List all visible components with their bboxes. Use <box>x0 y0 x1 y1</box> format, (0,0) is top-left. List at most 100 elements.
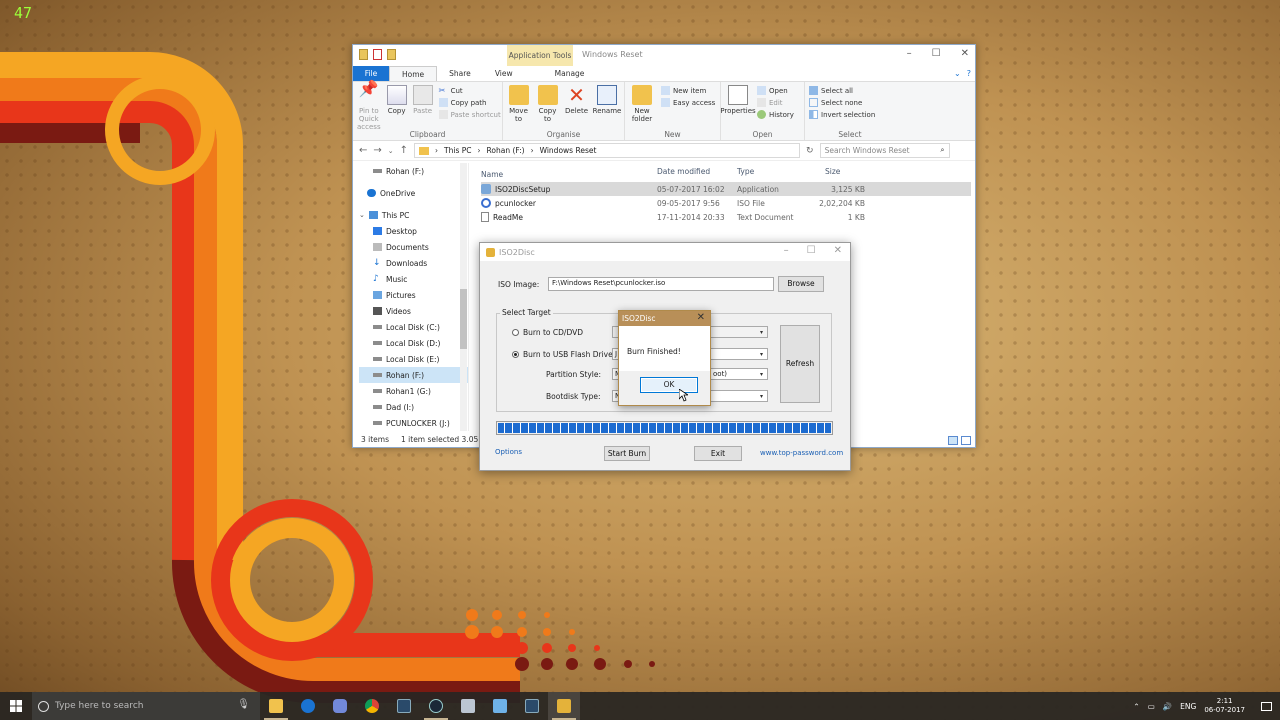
nav-item-rohan1-g[interactable]: Rohan1 (G:) <box>359 383 468 399</box>
iso2disc-titlebar[interactable]: ISO2Disc – ☐ ✕ <box>480 243 850 261</box>
nav-item-documents[interactable]: Documents <box>359 239 468 255</box>
open-button[interactable]: Open <box>757 86 794 95</box>
table-row[interactable]: ReadMe 17-11-2014 20:33 Text Document 1 … <box>481 210 971 224</box>
burn-cd-radio[interactable] <box>512 329 519 336</box>
select-group: Select all Select none Invert selection … <box>805 82 895 140</box>
column-type[interactable]: Type <box>737 167 817 182</box>
options-link[interactable]: Options <box>495 448 522 456</box>
refresh-icon[interactable]: ↻ <box>806 146 814 156</box>
new-folder-icon[interactable] <box>387 49 396 60</box>
tab-manage[interactable]: Manage <box>543 66 597 81</box>
taskbar-chrome[interactable] <box>356 692 388 720</box>
new-item-button[interactable]: New item <box>661 86 715 95</box>
scrollbar-thumb[interactable] <box>460 289 467 349</box>
notepad-icon <box>493 699 507 713</box>
nav-item-onedrive[interactable]: OneDrive <box>359 185 468 201</box>
group-label: Select <box>838 130 862 139</box>
close-icon[interactable]: ✕ <box>961 48 969 59</box>
history-button[interactable]: History <box>757 110 794 119</box>
taskbar-search-input[interactable]: Type here to search 🎙 <box>32 692 260 720</box>
column-date-modified[interactable]: Date modified <box>657 167 737 182</box>
help-icon[interactable]: ? <box>967 69 971 78</box>
network-icon[interactable]: ▭ <box>1148 702 1155 711</box>
taskbar-discord[interactable] <box>324 692 356 720</box>
details-view-icon[interactable] <box>948 436 958 445</box>
minimize-icon[interactable]: – <box>907 48 912 59</box>
volume-icon[interactable]: 🔊 <box>1163 702 1172 711</box>
easy-access-button[interactable]: Easy access <box>661 98 715 107</box>
close-icon[interactable]: ✕ <box>697 312 705 323</box>
nav-item-rohan-f-top[interactable]: Rohan (F:) <box>359 163 468 179</box>
clock[interactable]: 2:11 06-07-2017 <box>1204 697 1245 715</box>
start-button[interactable] <box>0 692 32 720</box>
start-burn-button[interactable]: Start Burn <box>604 446 650 461</box>
nav-item-pictures[interactable]: Pictures <box>359 287 468 303</box>
minimize-icon[interactable]: – <box>784 245 789 256</box>
invert-selection-button[interactable]: Invert selection <box>809 110 875 119</box>
up-arrow-icon[interactable]: ↑ <box>400 145 408 156</box>
forward-arrow-icon[interactable]: → <box>373 145 381 156</box>
taskbar-edge[interactable] <box>292 692 324 720</box>
properties-icon[interactable] <box>373 49 382 60</box>
nav-item-local-disk-d[interactable]: Local Disk (D:) <box>359 335 468 351</box>
dialog-titlebar[interactable]: ISO2Disc ✕ <box>619 311 710 326</box>
copy-path-button[interactable]: Copy path <box>438 98 501 107</box>
paste-shortcut-button[interactable]: Paste shortcut <box>438 110 501 119</box>
cut-button[interactable]: ✂ Cut <box>439 86 501 95</box>
microphone-icon[interactable]: 🎙 <box>237 699 250 710</box>
taskbar-app-5[interactable] <box>388 692 420 720</box>
back-arrow-icon[interactable]: ← <box>359 145 367 156</box>
close-icon[interactable]: ✕ <box>834 245 842 256</box>
breadcrumb-this-pc[interactable]: This PC <box>444 146 471 155</box>
nav-scrollbar[interactable] <box>460 163 467 431</box>
nav-item-local-disk-c[interactable]: Local Disk (C:) <box>359 319 468 335</box>
nav-item-rohan-f[interactable]: Rohan (F:) <box>359 367 468 383</box>
taskbar-app-8[interactable] <box>484 692 516 720</box>
select-none-button[interactable]: Select none <box>809 98 875 107</box>
language-indicator[interactable]: ENG <box>1180 702 1196 711</box>
taskbar-app-7[interactable] <box>452 692 484 720</box>
taskbar-steam[interactable] <box>420 692 452 720</box>
address-bar[interactable]: › This PC › Rohan (F:) › Windows Reset <box>414 143 801 158</box>
tab-share[interactable]: Share <box>437 66 483 81</box>
breadcrumb-folder[interactable]: Windows Reset <box>540 146 597 155</box>
maximize-icon[interactable]: ☐ <box>932 48 941 59</box>
tab-view[interactable]: View <box>483 66 525 81</box>
notifications-icon[interactable] <box>1261 701 1272 711</box>
nav-item-pcunlocker-j[interactable]: PCUNLOCKER (J:) <box>359 415 468 431</box>
column-name[interactable]: Name <box>481 167 657 182</box>
search-input[interactable]: Search Windows Reset ⌕ <box>819 143 950 158</box>
nav-item-dad-i[interactable]: Dad (I:) <box>359 399 468 415</box>
nav-item-videos[interactable]: Videos <box>359 303 468 319</box>
taskbar-app-9[interactable] <box>516 692 548 720</box>
taskbar-iso2disc[interactable] <box>548 692 580 720</box>
exit-button[interactable]: Exit <box>694 446 742 461</box>
website-link[interactable]: www.top-password.com <box>760 449 843 457</box>
explorer-titlebar[interactable]: Application Tools Windows Reset – ☐ ✕ <box>353 45 975 66</box>
nav-item-local-disk-e[interactable]: Local Disk (E:) <box>359 351 468 367</box>
breadcrumb-drive[interactable]: Rohan (F:) <box>487 146 525 155</box>
column-size[interactable]: Size <box>817 167 865 182</box>
tab-home[interactable]: Home <box>389 66 438 81</box>
application-tools-tab[interactable]: Application Tools <box>507 45 573 66</box>
edit-button[interactable]: Edit <box>757 98 794 107</box>
iso-path-field[interactable]: F:\Windows Reset\pcunlocker.iso <box>548 277 774 291</box>
chevron-down-icon[interactable]: ⌄ <box>954 69 961 78</box>
chevron-up-icon[interactable]: ⌃ <box>1133 702 1139 711</box>
browse-button[interactable]: Browse <box>778 276 824 292</box>
chevron-down-icon[interactable]: ⌄ <box>388 147 394 155</box>
nav-item-music[interactable]: ♪ Music <box>359 271 468 287</box>
nav-item-downloads[interactable]: ↓ Downloads <box>359 255 468 271</box>
refresh-button[interactable]: Refresh <box>780 325 820 403</box>
table-row[interactable]: ISO2DiscSetup 05-07-2017 16:02 Applicati… <box>481 182 971 196</box>
select-all-button[interactable]: Select all <box>809 86 875 95</box>
table-row[interactable]: pcunlocker 09-05-2017 9:56 ISO File 2,02… <box>481 196 971 210</box>
taskbar-file-explorer[interactable] <box>260 692 292 720</box>
edit-icon <box>757 98 766 107</box>
nav-item-this-pc[interactable]: ⌄ This PC <box>359 207 468 223</box>
burn-usb-radio[interactable] <box>512 351 519 358</box>
nav-item-desktop[interactable]: Desktop <box>359 223 468 239</box>
ok-button[interactable]: OK <box>640 377 698 393</box>
maximize-icon[interactable]: ☐ <box>807 245 816 256</box>
large-icons-view-icon[interactable] <box>961 436 971 445</box>
